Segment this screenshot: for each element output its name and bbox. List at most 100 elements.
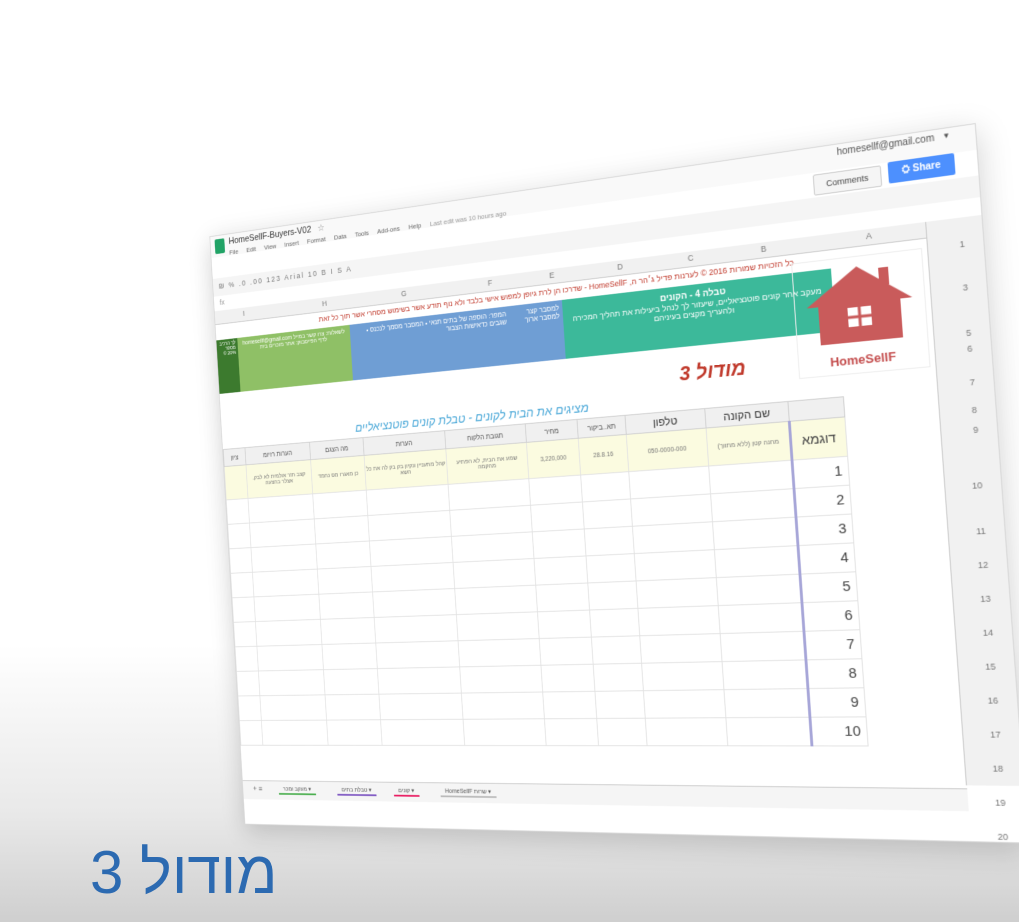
- header-score[interactable]: ציון: [223, 447, 246, 467]
- row-number[interactable]: 8: [971, 405, 977, 415]
- menu-insert[interactable]: Insert: [284, 239, 299, 248]
- row-number[interactable]: 20: [997, 832, 1008, 842]
- table-cell[interactable]: [227, 523, 251, 549]
- example-label[interactable]: דוגמא: [789, 416, 848, 461]
- menu-addons[interactable]: Add-ons: [377, 225, 400, 236]
- table-cell[interactable]: [645, 717, 728, 746]
- row-number[interactable]: 10: [972, 480, 983, 491]
- table-cell[interactable]: [712, 517, 798, 550]
- table-cell[interactable]: [454, 585, 538, 615]
- row-number[interactable]: 1: [959, 239, 965, 249]
- table-cell[interactable]: [451, 531, 534, 563]
- col-e[interactable]: E: [549, 270, 555, 280]
- table-cell[interactable]: [321, 643, 378, 670]
- table-cell[interactable]: [378, 693, 464, 720]
- row-number[interactable]: 5: [966, 328, 972, 338]
- table-cell[interactable]: מחנה קטן (ללא מתווך): [706, 421, 793, 467]
- row-label[interactable]: 2: [793, 485, 852, 518]
- table-cell[interactable]: [584, 526, 635, 556]
- table-cell[interactable]: קצב חזר אולמית לא לבק. אצלר בהצעה: [245, 459, 313, 499]
- table-cell[interactable]: [314, 515, 370, 544]
- col-a[interactable]: A: [866, 231, 873, 241]
- table-cell[interactable]: [528, 475, 583, 506]
- table-cell[interactable]: [249, 518, 316, 548]
- table-cell[interactable]: [259, 694, 327, 721]
- table-cell[interactable]: [372, 588, 457, 618]
- table-cell[interactable]: [587, 580, 638, 611]
- table-cell[interactable]: [725, 717, 812, 746]
- table-cell[interactable]: [716, 574, 802, 606]
- col-h[interactable]: H: [322, 299, 327, 308]
- table-cell[interactable]: קהל מתעניין ונקיון בק בק לה את כל השא: [364, 448, 449, 491]
- table-cell[interactable]: [236, 670, 260, 696]
- sheets-logo-icon[interactable]: [214, 238, 226, 255]
- table-cell[interactable]: [232, 596, 256, 623]
- table-cell[interactable]: [239, 720, 263, 746]
- row-number[interactable]: 15: [985, 662, 996, 672]
- row-label[interactable]: 7: [803, 629, 862, 660]
- table-cell[interactable]: [530, 501, 585, 532]
- table-cell[interactable]: [637, 605, 721, 636]
- table-cell[interactable]: [323, 668, 379, 695]
- table-cell[interactable]: [253, 594, 321, 622]
- table-cell[interactable]: [632, 521, 715, 554]
- table-cell[interactable]: [252, 569, 319, 597]
- col-c[interactable]: C: [687, 253, 693, 263]
- table-cell[interactable]: [229, 547, 253, 574]
- row-label[interactable]: 8: [805, 658, 864, 689]
- row-number[interactable]: 3: [962, 282, 968, 292]
- menu-file[interactable]: File: [229, 248, 238, 257]
- table-cell[interactable]: [634, 549, 717, 581]
- table-cell[interactable]: [589, 608, 640, 638]
- add-sheet-icon[interactable]: + ≡: [253, 784, 263, 792]
- row-number[interactable]: 6: [967, 344, 973, 354]
- table-cell[interactable]: [537, 610, 592, 639]
- menu-format[interactable]: Format: [307, 235, 326, 245]
- table-cell[interactable]: [261, 720, 329, 746]
- row-label[interactable]: 6: [801, 600, 860, 632]
- table-cell[interactable]: [459, 665, 543, 694]
- row-label[interactable]: 3: [795, 513, 854, 546]
- sheet-tab[interactable]: קונים ▾: [393, 786, 420, 797]
- table-cell[interactable]: [255, 619, 322, 647]
- row-label[interactable]: 4: [797, 542, 856, 575]
- col-d[interactable]: D: [617, 262, 623, 272]
- row-label[interactable]: 5: [799, 571, 858, 603]
- col-b[interactable]: B: [760, 244, 766, 254]
- table-cell[interactable]: [723, 688, 810, 718]
- sheet-tab[interactable]: מעקב ומכר ▾: [278, 784, 316, 796]
- table-cell[interactable]: 28.8.16: [578, 434, 629, 476]
- table-cell[interactable]: [580, 471, 631, 502]
- menu-tools[interactable]: Tools: [355, 229, 370, 239]
- col-i[interactable]: I: [243, 309, 245, 317]
- table-cell[interactable]: [237, 695, 262, 721]
- row-number[interactable]: 12: [977, 560, 988, 570]
- table-cell[interactable]: [540, 664, 595, 693]
- menu-data[interactable]: Data: [334, 232, 347, 241]
- table-cell[interactable]: [636, 577, 719, 609]
- table-cell[interactable]: [458, 638, 541, 667]
- row-label[interactable]: 10: [809, 716, 869, 746]
- table-cell[interactable]: [256, 644, 324, 671]
- table-cell[interactable]: [250, 543, 318, 573]
- chevron-down-icon[interactable]: ▾: [944, 130, 949, 141]
- table-cell[interactable]: [585, 553, 637, 583]
- table-cell[interactable]: [369, 536, 454, 567]
- table-cell[interactable]: [535, 582, 590, 612]
- table-cell[interactable]: [456, 611, 540, 641]
- table-cell[interactable]: [630, 493, 713, 527]
- table-cell[interactable]: [639, 633, 723, 664]
- row-number[interactable]: 18: [992, 764, 1003, 774]
- table-cell[interactable]: [718, 602, 804, 634]
- table-cell[interactable]: [643, 689, 726, 719]
- row-number[interactable]: 19: [995, 798, 1006, 808]
- table-cell[interactable]: [532, 528, 586, 559]
- table-cell[interactable]: [641, 661, 724, 691]
- table-cell[interactable]: [591, 635, 642, 665]
- table-cell[interactable]: כן מאגרו מס נחמד: [310, 455, 367, 494]
- table-cell[interactable]: [326, 719, 383, 746]
- row-number[interactable]: 13: [980, 594, 991, 604]
- table-cell[interactable]: [317, 566, 373, 595]
- table-cell[interactable]: [235, 646, 259, 672]
- table-cell[interactable]: שמע את הבית, לא הפתיע מהקמה: [445, 442, 529, 485]
